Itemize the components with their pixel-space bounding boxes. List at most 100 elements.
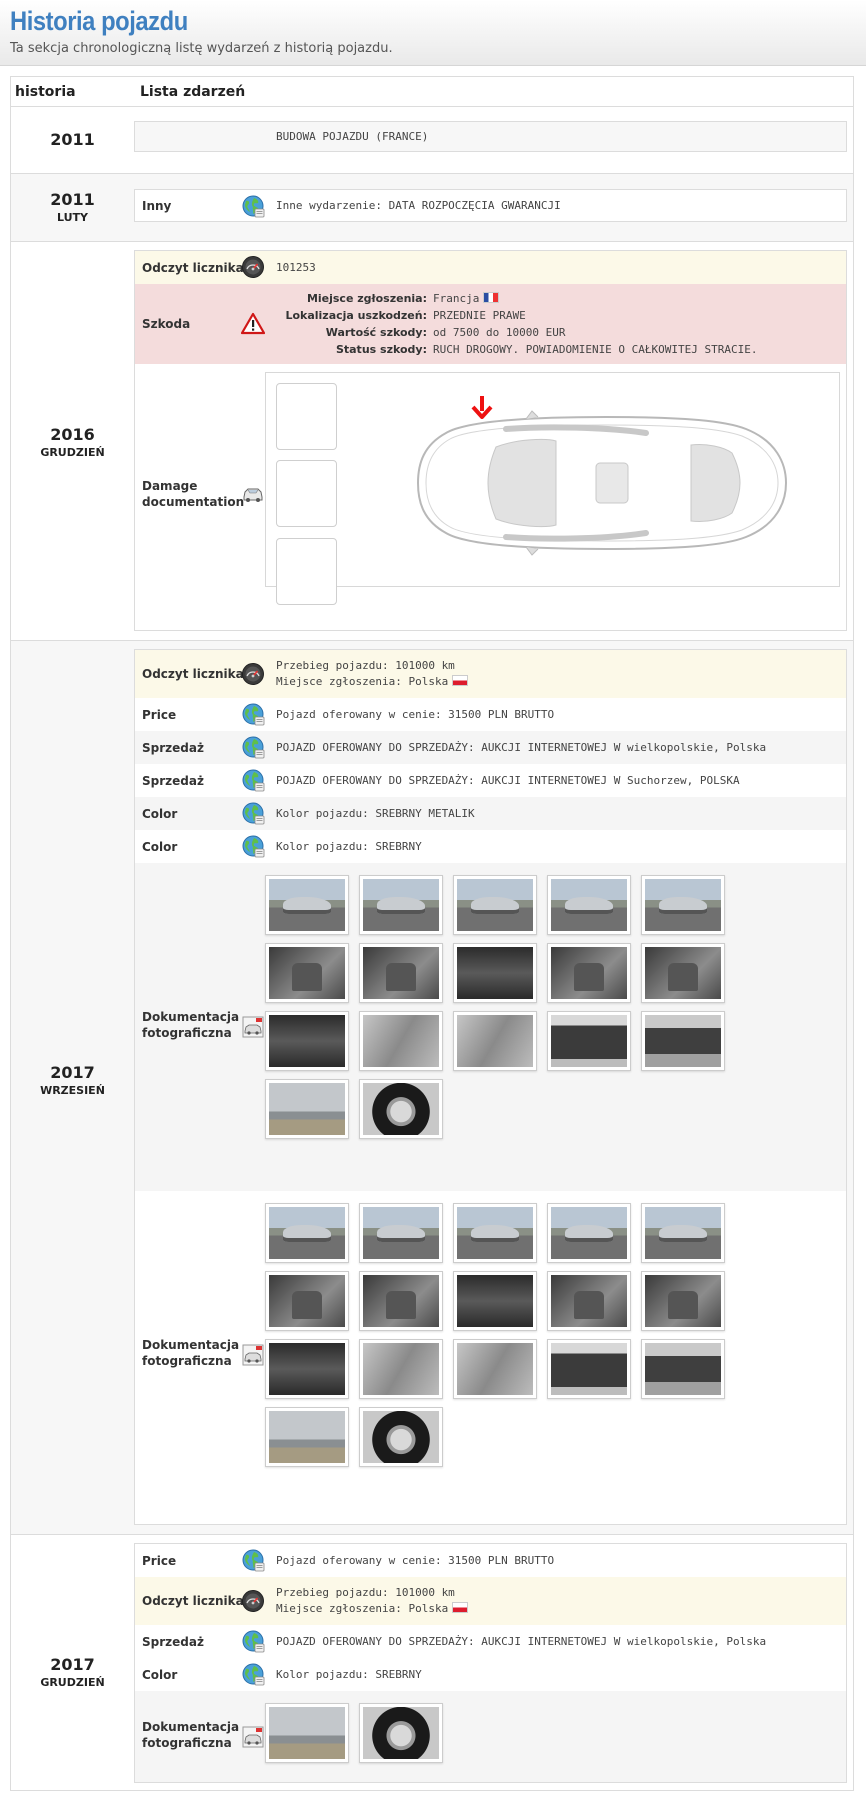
photo-doc-icon (241, 1725, 265, 1749)
damage-field: Lokalizacja uszkodzeń: PRZEDNIE PRAWE (285, 309, 526, 322)
photo-gallery (265, 1703, 739, 1763)
section-year: 2016 (50, 425, 95, 444)
event-row: Color Kolor pojazdu: SREBRNY (135, 1658, 846, 1691)
photo-thumbnail[interactable] (453, 875, 537, 935)
photo-thumbnail[interactable] (265, 1011, 349, 1071)
damage-photo-slot[interactable] (276, 538, 337, 605)
section-year: 2017 (50, 1063, 95, 1082)
warning-icon (241, 312, 265, 336)
event-row: BUDOWA POJAZDU (FRANCE) (135, 122, 846, 151)
odometer-icon (241, 662, 265, 686)
damage-field: Status szkody: RUCH DROGOWY. POWIADOMIENI… (335, 343, 758, 356)
history-section: 2017 WRZESIEŃ Odczyt licznika Przebieg p… (11, 641, 853, 1535)
photo-thumbnail[interactable] (265, 1703, 349, 1763)
damage-details: Miejsce zgłoszenia: Francja Lokalizacja u… (276, 290, 758, 358)
photo-thumbnail[interactable] (547, 1203, 631, 1263)
globe-icon (241, 801, 265, 825)
globe-icon (241, 194, 265, 218)
event-row: Color Kolor pojazdu: SREBRNY (135, 830, 846, 863)
photo-thumbnail[interactable] (265, 943, 349, 1003)
history-section: 2011 BUDOWA POJAZDU (FRANCE) (11, 108, 853, 174)
photo-thumbnail[interactable] (359, 875, 443, 935)
event-label: Inny (142, 198, 172, 213)
odometer-row: Odczyt licznika Przebieg pojazdu: 101000… (135, 1577, 846, 1625)
photo-thumbnail[interactable] (641, 1203, 725, 1263)
page-title: Historia pojazdu (10, 6, 188, 36)
photo-thumbnail[interactable] (453, 1271, 537, 1331)
history-section: 2017 GRUDZIEŃ Price Pojazd oferowany w c… (11, 1535, 853, 1790)
damage-marker-arrow-icon (471, 396, 493, 419)
photo-thumbnail[interactable] (547, 875, 631, 935)
poland-flag-icon (452, 1602, 469, 1613)
photo-thumbnail[interactable] (453, 1339, 537, 1399)
event-value: BUDOWA POJAZDU (FRANCE) (276, 129, 429, 143)
photo-thumbnail[interactable] (453, 943, 537, 1003)
odometer-value: 101253 (276, 260, 316, 274)
photo-gallery (265, 875, 739, 1139)
damage-doc-row: Damage documentation (135, 364, 846, 630)
photo-thumbnail[interactable] (265, 1271, 349, 1331)
photo-thumbnail[interactable] (359, 1079, 443, 1139)
photo-thumbnail[interactable] (547, 1011, 631, 1071)
photo-thumbnail[interactable] (641, 1271, 725, 1331)
photo-thumbnail[interactable] (265, 1339, 349, 1399)
damage-photo-slot[interactable] (276, 460, 337, 527)
photo-thumbnail[interactable] (265, 1079, 349, 1139)
photo-thumbnail[interactable] (453, 1203, 537, 1263)
event-box: Inny Inne wydarzenie: DATA ROZPOCZĘCIA G… (134, 189, 847, 222)
photo-doc-icon (241, 1343, 265, 1367)
globe-icon (241, 735, 265, 759)
section-year: 2011 (50, 190, 95, 209)
damage-photo-slot[interactable] (276, 383, 337, 450)
event-box: Odczyt licznika Przebieg pojazdu: 101000… (134, 649, 847, 1525)
odometer-row: Odczyt licznika 101253 (135, 251, 846, 284)
section-year: 2017 (50, 1655, 95, 1674)
page-subtitle: Ta sekcja chronologiczną listę wydarzeń … (10, 41, 393, 56)
photo-thumbnail[interactable] (547, 943, 631, 1003)
event-label: Odczyt licznika (142, 260, 244, 275)
event-row: Inny Inne wydarzenie: DATA ROZPOCZĘCIA G… (135, 190, 846, 221)
photo-thumbnail[interactable] (265, 1407, 349, 1467)
damage-diagram (265, 372, 840, 605)
event-box: Odczyt licznika 101253 Szkoda Miejsce zg… (134, 250, 847, 631)
photo-thumbnail[interactable] (359, 1271, 443, 1331)
photo-doc-icon (241, 1015, 265, 1039)
photo-thumbnail[interactable] (359, 943, 443, 1003)
photo-thumbnail[interactable] (359, 1407, 443, 1467)
event-row: Sprzedaż POJAZD OFEROWANY DO SPRZEDAŻY: … (135, 731, 846, 764)
event-label: Szkoda (142, 317, 191, 331)
photo-thumbnail[interactable] (547, 1339, 631, 1399)
photo-thumbnail[interactable] (641, 1011, 725, 1071)
odometer-icon (241, 1589, 265, 1613)
event-box: Price Pojazd oferowany w cenie: 31500 PL… (134, 1543, 847, 1783)
car-top-view-diagram (416, 410, 788, 556)
event-row: Price Pojazd oferowany w cenie: 31500 PL… (135, 698, 846, 731)
car-icon (241, 482, 265, 506)
photo-thumbnail[interactable] (453, 1011, 537, 1071)
photo-gallery (265, 1203, 739, 1467)
photo-thumbnail[interactable] (359, 1203, 443, 1263)
event-box: BUDOWA POJAZDU (FRANCE) (134, 121, 847, 152)
section-date: 2011 LUTY (11, 190, 134, 224)
odometer-value: Przebieg pojazdu: 101000 km Miejsce zgło… (276, 1585, 469, 1617)
event-row: Color Kolor pojazdu: SREBRNY METALIK (135, 797, 846, 830)
photo-thumbnail[interactable] (359, 1339, 443, 1399)
event-label: Damage documentation (142, 479, 245, 509)
photo-thumbnail[interactable] (641, 943, 725, 1003)
damage-field: Wartość szkody: od 7500 do 10000 EUR (325, 326, 566, 339)
photo-thumbnail[interactable] (359, 1011, 443, 1071)
photo-thumbnail[interactable] (265, 875, 349, 935)
section-month: GRUDZIEŃ (40, 1676, 105, 1689)
photo-thumbnail[interactable] (359, 1703, 443, 1763)
photo-doc-row: Dokumentacja fotograficzna (135, 863, 846, 1191)
photo-thumbnail[interactable] (547, 1271, 631, 1331)
globe-icon (241, 768, 265, 792)
event-row: Sprzedaż POJAZD OFEROWANY DO SPRZEDAŻY: … (135, 764, 846, 797)
photo-thumbnail[interactable] (641, 875, 725, 935)
section-date: 2011 (11, 130, 134, 149)
photo-thumbnail[interactable] (641, 1339, 725, 1399)
france-flag-icon (483, 292, 500, 303)
photo-thumbnail[interactable] (265, 1203, 349, 1263)
table-header: historia Lista zdarzeń (11, 77, 853, 107)
damage-field: Miejsce zgłoszenia: Francja (276, 290, 758, 307)
